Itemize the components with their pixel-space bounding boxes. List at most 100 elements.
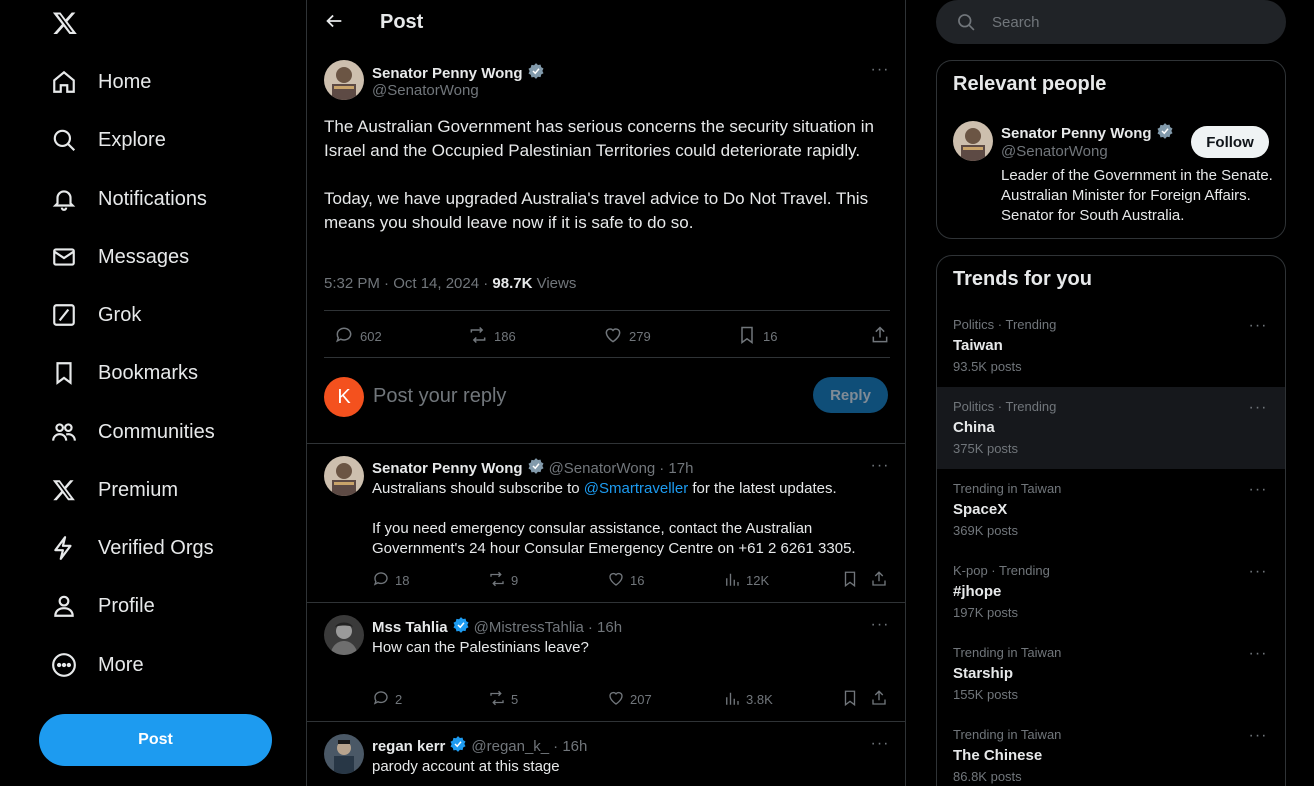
nav-notifications[interactable]: Notifications <box>50 177 207 221</box>
tweet-meta: 5:32 PM · Oct 14, 2024 · 98.7K Views <box>324 275 576 292</box>
search-input[interactable] <box>992 10 1262 34</box>
more-options-icon[interactable]: ··· <box>1249 563 1267 581</box>
reply-button[interactable]: Reply <box>813 377 888 413</box>
reply-action[interactable]: 602 <box>334 325 382 348</box>
trend-item[interactable]: K-pop · Trending #jhope 197K posts ··· <box>937 551 1285 633</box>
more-options-icon[interactable]: ··· <box>1249 727 1267 745</box>
avatar[interactable] <box>953 121 993 161</box>
nav-verified-orgs[interactable]: Verified Orgs <box>50 526 214 570</box>
reply-count: 18 <box>395 573 410 588</box>
author-handle[interactable]: @SenatorWong <box>372 82 479 99</box>
author-name[interactable]: regan kerr <box>372 738 445 755</box>
page-header: Post <box>307 0 905 44</box>
more-options-icon[interactable]: ··· <box>871 61 889 79</box>
more-options-icon[interactable]: ··· <box>1249 317 1267 335</box>
share-icon <box>870 689 888 710</box>
reply-time[interactable]: · 16h <box>553 738 587 755</box>
bar-chart-icon <box>723 689 741 710</box>
reply-text-pre: Australians should subscribe to <box>372 480 584 497</box>
share-action[interactable] <box>870 689 888 710</box>
back-arrow-icon[interactable] <box>323 10 345 32</box>
nav-explore[interactable]: Explore <box>50 118 166 162</box>
relevant-people-card: Relevant people Senator Penny Wong @Sena… <box>936 60 1286 239</box>
share-action[interactable] <box>870 325 890 348</box>
nav-bookmarks[interactable]: Bookmarks <box>50 351 198 395</box>
follow-button[interactable]: Follow <box>1191 126 1269 158</box>
nav-more[interactable]: More <box>50 643 144 687</box>
more-options-icon[interactable]: ··· <box>871 735 889 753</box>
nav-messages[interactable]: Messages <box>50 235 189 279</box>
trend-category: Trending in Taiwan <box>953 727 1062 742</box>
tweet-timestamp[interactable]: 5:32 PM · Oct 14, 2024 · <box>324 275 492 292</box>
author-name[interactable]: Senator Penny Wong <box>372 460 523 477</box>
nav-communities[interactable]: Communities <box>50 410 215 454</box>
more-options-icon[interactable]: ··· <box>871 457 889 475</box>
bookmark-action[interactable] <box>841 570 859 591</box>
trend-item[interactable]: Trending in Taiwan Starship 155K posts ·… <box>937 633 1285 715</box>
reply-time[interactable]: · 17h <box>659 460 693 477</box>
trend-count: 155K posts <box>953 687 1019 702</box>
views-action[interactable]: 12K <box>723 570 769 591</box>
repost-action[interactable]: 9 <box>488 570 518 591</box>
reply-action[interactable]: 18 <box>372 570 409 591</box>
mention-link[interactable]: @Smartraveller <box>584 480 688 497</box>
more-options-icon[interactable]: ··· <box>1249 645 1267 663</box>
repost-icon <box>488 689 506 710</box>
avatar[interactable] <box>324 615 364 655</box>
nav-profile[interactable]: Profile <box>50 584 155 628</box>
more-options-icon[interactable]: ··· <box>1249 399 1267 417</box>
trends-title: Trends for you <box>953 268 1092 290</box>
avatar[interactable] <box>324 456 364 496</box>
bell-icon <box>50 185 78 213</box>
heart-icon <box>607 570 625 591</box>
nav-home[interactable]: Home <box>50 60 151 104</box>
reply-time[interactable]: · 16h <box>588 619 622 636</box>
bookmark-action[interactable] <box>841 689 859 710</box>
search-box[interactable] <box>936 0 1286 44</box>
repost-count: 5 <box>511 692 519 707</box>
author-handle[interactable]: @regan_k_ <box>471 738 549 755</box>
repost-action[interactable]: 5 <box>488 689 518 710</box>
repost-action[interactable]: 186 <box>468 325 516 348</box>
x-logo-icon[interactable] <box>52 10 78 36</box>
people-icon <box>50 418 78 446</box>
trend-item[interactable]: Politics · Trending China 375K posts ··· <box>937 387 1285 469</box>
author-handle[interactable]: @SenatorWong <box>549 460 656 477</box>
person-handle[interactable]: @SenatorWong <box>1001 143 1108 160</box>
reply-action[interactable]: 2 <box>372 689 402 710</box>
bookmark-icon <box>50 359 78 387</box>
trend-item[interactable]: Trending in Taiwan The Chinese 86.8K pos… <box>937 715 1285 786</box>
nav-label: Explore <box>98 128 166 151</box>
author-name[interactable]: Mss Tahlia <box>372 619 448 636</box>
reply-input[interactable] <box>373 381 793 411</box>
verified-badge-icon <box>449 735 467 757</box>
author-name-row[interactable]: Senator Penny Wong <box>372 62 545 84</box>
post-button[interactable]: Post <box>39 714 272 766</box>
trend-item[interactable]: Politics · Trending Taiwan 93.5K posts ·… <box>937 305 1285 387</box>
nav-premium[interactable]: Premium <box>50 468 178 512</box>
author-handle[interactable]: @MistressTahlia <box>474 619 584 636</box>
person-name-row[interactable]: Senator Penny Wong <box>1001 122 1174 144</box>
more-options-icon[interactable]: ··· <box>871 616 889 634</box>
avatar[interactable] <box>324 734 364 774</box>
trend-item[interactable]: Trending in Taiwan SpaceX 369K posts ··· <box>937 469 1285 551</box>
reply-tweet[interactable]: regan kerr @regan_k_ · 16h ··· parody ac… <box>307 722 905 786</box>
avatar[interactable] <box>324 60 364 100</box>
views-action[interactable]: 3.8K <box>723 689 773 710</box>
trend-category: K-pop · Trending <box>953 563 1050 578</box>
nav-grok[interactable]: Grok <box>50 293 141 337</box>
reply-tweet[interactable]: Senator Penny Wong @SenatorWong · 17h ··… <box>307 444 905 603</box>
reply-tweet[interactable]: Mss Tahlia @MistressTahlia · 16h ··· How… <box>307 603 905 722</box>
like-action[interactable]: 16 <box>607 570 644 591</box>
like-action[interactable]: 279 <box>603 325 651 348</box>
home-icon <box>50 68 78 96</box>
share-action[interactable] <box>870 570 888 591</box>
more-options-icon[interactable]: ··· <box>1249 481 1267 499</box>
main-column: Post Senator Penny Wong @SenatorWong ···… <box>306 0 906 786</box>
like-action[interactable]: 207 <box>607 689 652 710</box>
bookmark-action[interactable]: 16 <box>737 325 777 348</box>
nav-label: Grok <box>98 303 142 326</box>
like-count: 279 <box>629 329 651 344</box>
repost-count: 9 <box>511 573 519 588</box>
user-avatar[interactable]: K <box>324 377 364 417</box>
